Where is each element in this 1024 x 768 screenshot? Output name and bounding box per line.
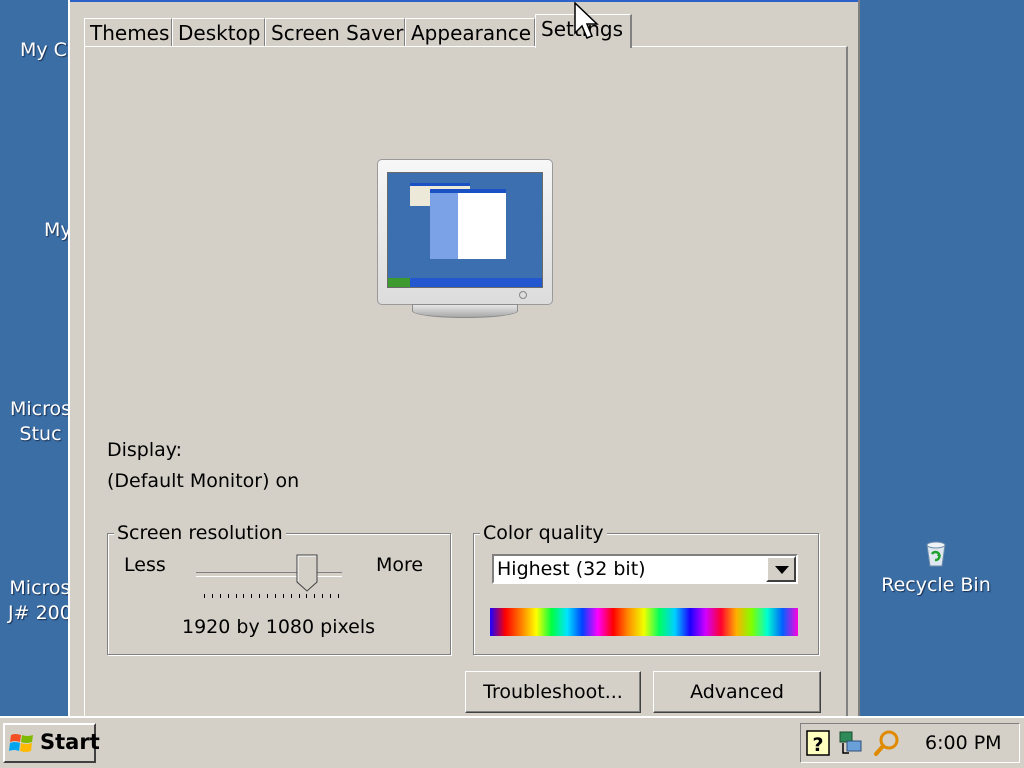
display-properties-dialog: Themes Desktop Screen Saver Appearance S… (68, 0, 860, 726)
display-label: Display: (107, 439, 183, 461)
desktop-icon-microsoft-studio[interactable]: Micros Stuc (10, 397, 71, 447)
preview-start (388, 278, 410, 287)
recycle-bin-icon (921, 538, 951, 568)
desktop-icon-recycle-bin[interactable]: Recycle Bin (870, 538, 1002, 596)
slider-tick (211, 594, 213, 598)
color-quality-dropdown[interactable]: Highest (32 bit) (492, 554, 798, 584)
slider-tick (251, 594, 253, 598)
advanced-button[interactable]: Advanced (653, 671, 821, 713)
slider-tick (227, 594, 229, 598)
tab-screen-saver[interactable]: Screen Saver (265, 18, 405, 46)
monitor-screen (387, 172, 543, 288)
resolution-slider-thumb[interactable] (296, 554, 318, 592)
slider-tick (282, 594, 284, 598)
troubleshoot-button[interactable]: Troubleshoot... (465, 671, 641, 713)
monitor-stand (412, 304, 518, 318)
resolution-value: 1920 by 1080 pixels (182, 616, 375, 638)
slider-tick (322, 594, 324, 598)
start-button[interactable]: Start (3, 723, 100, 763)
color-quality-legend: Color quality (480, 522, 607, 544)
slider-tick (306, 594, 308, 598)
slider-tick (267, 594, 269, 598)
taskbar: Start ? 6:00 PM (0, 716, 1024, 768)
display-value: (Default Monitor) on (107, 470, 300, 492)
color-quality-group: Color quality Highest (32 bit) (473, 522, 819, 655)
slider-tick (338, 594, 339, 598)
tab-appearance[interactable]: Appearance (405, 18, 535, 46)
resolution-more-label: More (376, 554, 424, 576)
title-bar[interactable] (70, 0, 858, 2)
slider-tick (314, 594, 316, 598)
slider-tick (290, 594, 292, 598)
start-label: Start (40, 730, 100, 754)
windows-flag-icon (9, 731, 35, 755)
tab-themes[interactable]: Themes (84, 18, 172, 46)
slider-tick (330, 594, 332, 598)
slider-tick (235, 594, 237, 598)
color-spectrum-bar (490, 608, 798, 636)
slider-tick (274, 594, 276, 598)
desktop-icon-my-computer[interactable]: My C (20, 38, 67, 63)
network-icon[interactable] (837, 729, 865, 757)
power-button-icon (519, 291, 527, 299)
slider-tick (204, 594, 205, 598)
chevron-down-icon[interactable] (766, 556, 796, 582)
slider-tick (259, 594, 261, 598)
recycle-bin-label: Recycle Bin (881, 574, 991, 596)
screen-resolution-legend: Screen resolution (114, 522, 286, 544)
slider-tick (243, 594, 245, 598)
desktop-icon-microsoft-jsharp[interactable]: Micros J# 200 (8, 576, 72, 626)
tab-desktop[interactable]: Desktop (172, 18, 265, 46)
resolution-less-label: Less (124, 554, 166, 576)
resolution-slider-ticks (204, 594, 339, 600)
slider-tick (298, 594, 300, 598)
preview-window-front (430, 189, 506, 259)
monitor-preview (377, 159, 553, 321)
help-icon[interactable]: ? (805, 729, 833, 757)
system-tray: ? 6:00 PM (800, 723, 1020, 763)
settings-panel: Display: (Default Monitor) on Screen res… (84, 46, 848, 726)
slider-tick (219, 594, 221, 598)
clock[interactable]: 6:00 PM (925, 732, 1002, 754)
resolution-slider-track[interactable] (196, 572, 342, 577)
mouse-cursor-icon (574, 1, 600, 42)
preview-taskbar (388, 278, 542, 287)
color-quality-selected: Highest (32 bit) (497, 558, 646, 580)
monitor-bezel (377, 159, 553, 305)
svg-text:?: ? (812, 734, 823, 756)
screen-resolution-group: Screen resolution Less More 1920 by 1080… (107, 522, 451, 655)
search-icon[interactable] (873, 729, 901, 757)
